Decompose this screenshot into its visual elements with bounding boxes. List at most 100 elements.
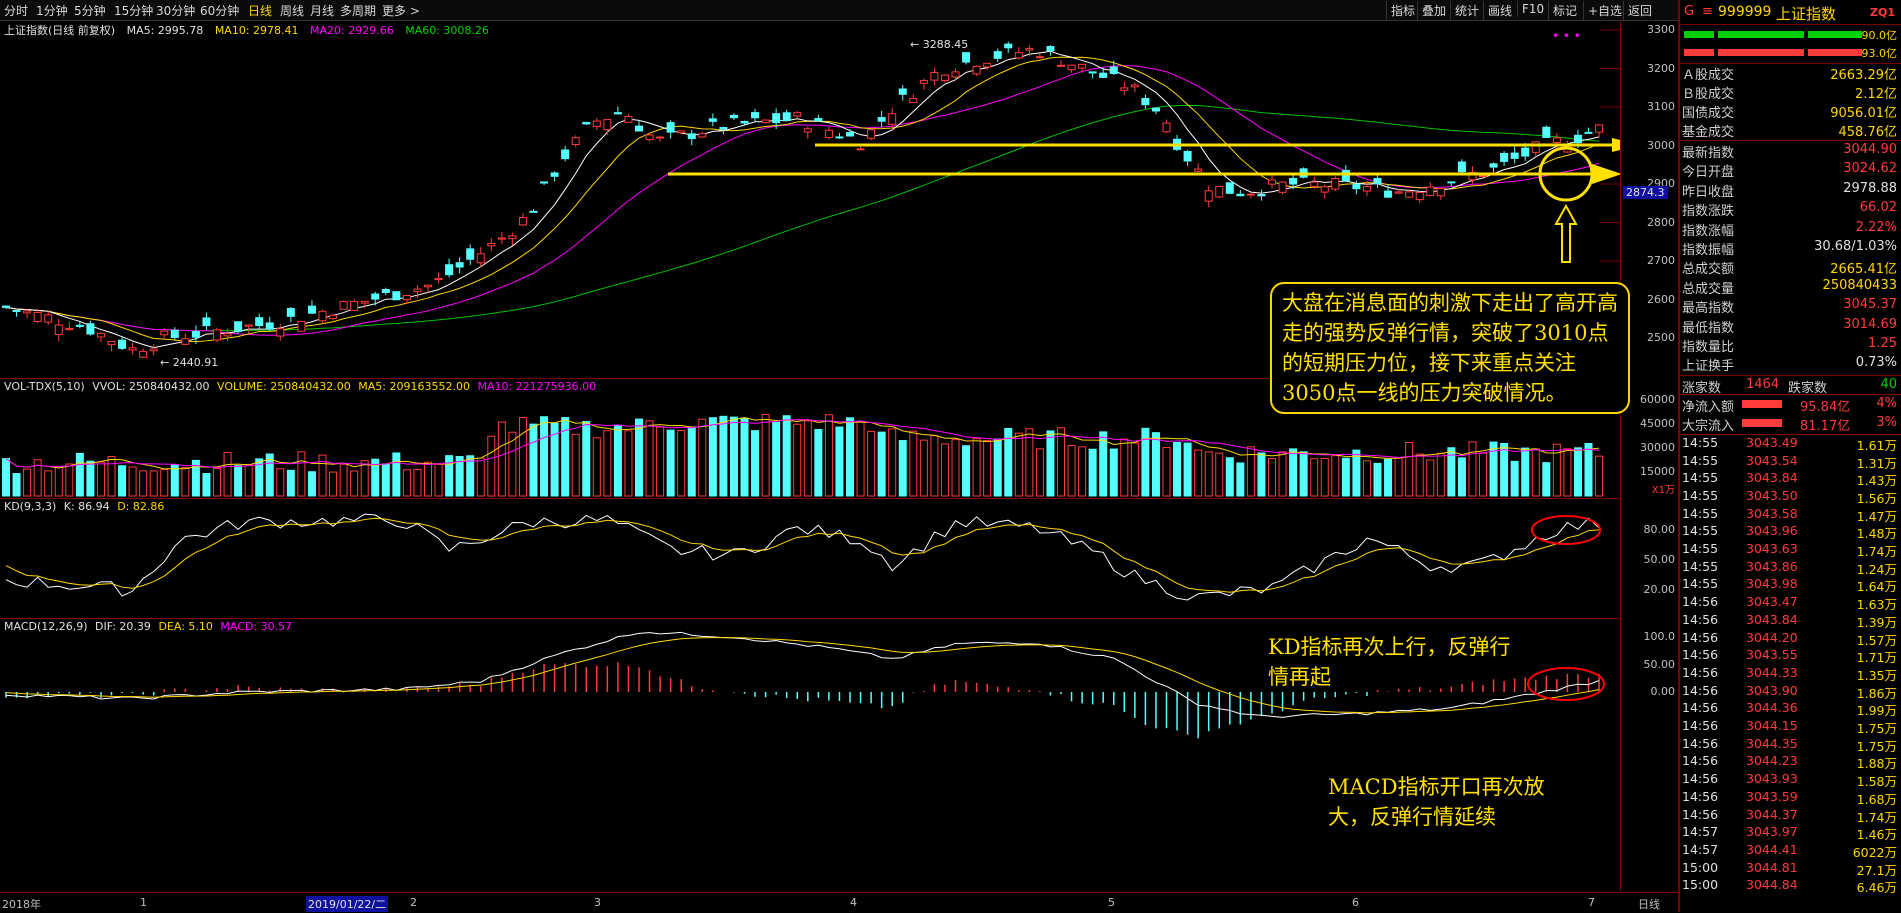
tick-row[interactable]: 14:57 3044.41 6022万 <box>1680 842 1901 860</box>
candle-body <box>255 317 264 327</box>
candle-body <box>1289 178 1298 185</box>
candle-body <box>318 310 327 322</box>
stat-row: 上证换手 0.73% <box>1680 354 1901 374</box>
tick-volume: 1.46万 <box>1856 827 1897 843</box>
candle-body <box>54 324 63 336</box>
tick-row[interactable]: 14:55 3043.58 1.47万 <box>1680 506 1901 524</box>
volume-bar <box>1257 452 1266 497</box>
tick-row[interactable]: 14:56 3044.15 1.75万 <box>1680 718 1901 736</box>
tick-volume: 6.46万 <box>1856 880 1897 896</box>
toolbar-button-5[interactable]: 标记 <box>1548 1 1581 20</box>
volume-bar <box>708 417 717 497</box>
stat-value: 30.68/1.03% <box>1814 239 1897 254</box>
period-tab-10[interactable]: 更多 > <box>382 2 420 19</box>
candle-body <box>276 328 285 337</box>
toolbar-button-4[interactable]: F10 <box>1517 1 1548 17</box>
tick-volume: 1.61万 <box>1856 437 1897 453</box>
tick-row[interactable]: 14:55 3043.86 1.24万 <box>1680 559 1901 577</box>
menu-icon[interactable]: ≡ <box>1702 4 1713 19</box>
candle-body <box>1067 64 1076 71</box>
toolbar-button-3[interactable]: 画线 <box>1483 1 1516 20</box>
candle-body <box>1584 131 1593 134</box>
tick-row[interactable]: 14:55 3043.96 1.48万 <box>1680 523 1901 541</box>
volume-bar <box>972 438 981 497</box>
toolbar-button-0[interactable]: 指标 <box>1386 1 1419 20</box>
tick-volume: 1.57万 <box>1856 632 1897 648</box>
tick-row[interactable]: 14:55 3043.49 1.61万 <box>1680 435 1901 453</box>
stat-row: 国债成交 9056.01亿 <box>1680 101 1901 121</box>
period-tab-1[interactable]: 1分钟 <box>36 2 68 19</box>
tick-price: 3043.90 <box>1746 682 1798 698</box>
period-tab-7[interactable]: 周线 <box>280 2 304 19</box>
kd-chart[interactable] <box>0 498 1620 618</box>
stat-value: 3014.69 <box>1843 316 1897 332</box>
tick-row[interactable]: 14:56 3044.36 1.99万 <box>1680 700 1901 718</box>
period-tab-0[interactable]: 分时 <box>4 2 28 19</box>
period-tab-3[interactable]: 15分钟 <box>114 2 153 19</box>
tick-row[interactable]: 14:55 3043.63 1.74万 <box>1680 541 1901 559</box>
volume-bar <box>1299 451 1308 497</box>
candle-body <box>371 293 380 300</box>
tick-row[interactable]: 14:56 3044.37 1.74万 <box>1680 807 1901 825</box>
tick-row[interactable]: 14:56 3044.33 1.35万 <box>1680 665 1901 683</box>
volume-bar <box>1500 442 1509 497</box>
period-tab-5[interactable]: 60分钟 <box>200 2 239 19</box>
callout-pointer-arrow <box>1554 203 1578 263</box>
toolbar-button-6[interactable]: +自选 <box>1583 1 1626 20</box>
candle-body <box>213 329 221 341</box>
group-marker[interactable]: G <box>1684 4 1694 19</box>
tick-price: 3043.86 <box>1746 558 1798 574</box>
volume-bar <box>1563 448 1572 497</box>
date-axis: 2018年 1 2019/01/22/二 2 3 4 5 6 7 日线 <box>0 892 1678 913</box>
period-tab-6[interactable]: 日线 <box>248 2 272 19</box>
volume-bar <box>1341 457 1350 497</box>
tick-row[interactable]: 15:00 3044.81 27.1万 <box>1680 860 1901 878</box>
candle-body <box>1215 186 1224 198</box>
tick-row[interactable]: 14:56 3043.90 1.86万 <box>1680 683 1901 701</box>
toolbar-button-7[interactable]: 返回 <box>1623 1 1656 20</box>
tick-row[interactable]: 14:56 3043.84 1.39万 <box>1680 612 1901 630</box>
resistance-arrow-upper <box>1612 138 1620 152</box>
period-tab-2[interactable]: 5分钟 <box>74 2 106 19</box>
volume-bar <box>1151 432 1160 497</box>
toolbar-button-2[interactable]: 统计 <box>1450 1 1483 20</box>
tick-row[interactable]: 14:55 3043.50 1.56万 <box>1680 488 1901 506</box>
candle-body <box>803 128 812 133</box>
tick-row[interactable]: 14:56 3044.23 1.88万 <box>1680 753 1901 771</box>
stat-value: 250840433 <box>1822 277 1897 293</box>
stat-value: 66.02 <box>1859 200 1897 216</box>
candle-body <box>1194 168 1203 172</box>
toolbar-button-1[interactable]: 叠加 <box>1417 1 1450 20</box>
candle-body <box>96 332 105 338</box>
tick-row[interactable]: 14:56 3044.20 1.57万 <box>1680 630 1901 648</box>
candle-body <box>888 113 897 125</box>
candle-body <box>1057 64 1065 67</box>
tick-row[interactable]: 14:56 3044.35 1.75万 <box>1680 736 1901 754</box>
tick-row[interactable]: 14:56 3043.55 1.71万 <box>1680 647 1901 665</box>
candle-body <box>656 136 665 139</box>
volume-bar <box>413 468 422 497</box>
volume-bar <box>107 455 116 497</box>
candle-body <box>191 331 200 338</box>
volume-bar <box>402 469 411 497</box>
tick-row[interactable]: 14:55 3043.98 1.64万 <box>1680 576 1901 594</box>
tick-row[interactable]: 15:00 3044.84 6.46万 <box>1680 877 1901 895</box>
period-tab-8[interactable]: 月线 <box>310 2 334 19</box>
tick-row[interactable]: 14:55 3043.54 1.31万 <box>1680 453 1901 471</box>
tick-row[interactable]: 14:56 3043.47 1.63万 <box>1680 594 1901 612</box>
period-tab-9[interactable]: 多周期 <box>340 2 376 19</box>
volume-bar <box>1595 455 1604 497</box>
tick-row[interactable]: 14:56 3043.93 1.58万 <box>1680 771 1901 789</box>
volume-bar <box>856 421 865 497</box>
volume-bar <box>223 451 232 497</box>
candle-body <box>1331 177 1340 190</box>
index-tag: ZQ1 <box>1870 6 1895 19</box>
tick-row[interactable]: 14:55 3043.84 1.43万 <box>1680 470 1901 488</box>
tick-row[interactable]: 14:57 3043.97 1.46万 <box>1680 824 1901 842</box>
volume-bar <box>381 463 390 497</box>
stat-label: Ｂ股成交 <box>1682 87 1735 102</box>
advance-decline-row: 涨家数 1464 跌家数 40 <box>1680 376 1901 396</box>
volume-bar <box>1130 442 1139 497</box>
tick-row[interactable]: 14:56 3043.59 1.68万 <box>1680 789 1901 807</box>
period-tab-4[interactable]: 30分钟 <box>156 2 195 19</box>
